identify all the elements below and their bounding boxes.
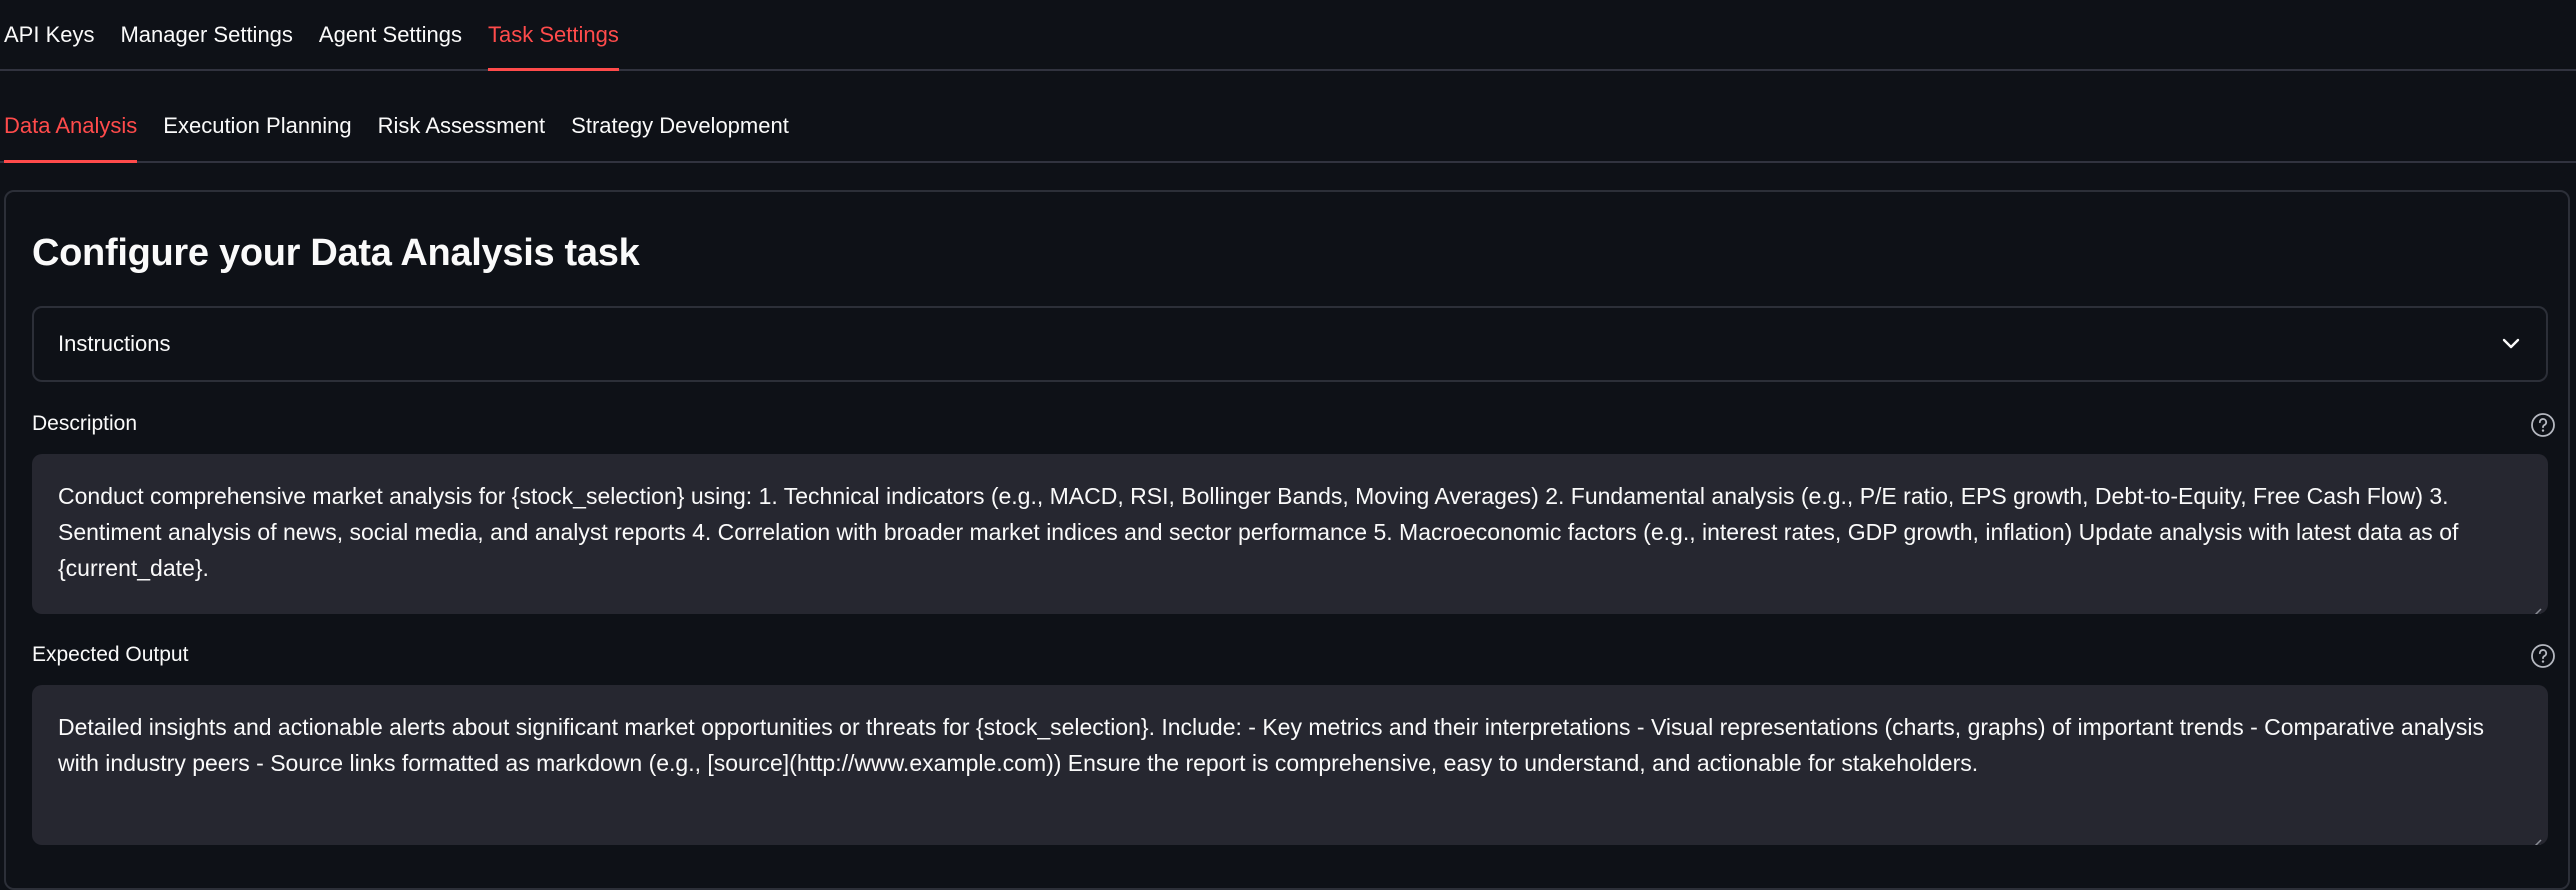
question-circle-icon[interactable] — [2530, 643, 2556, 669]
description-text: Conduct comprehensive market analysis fo… — [58, 483, 2459, 581]
tab-agent-settings[interactable]: Agent Settings — [319, 22, 462, 69]
expected-output-text: Detailed insights and actionable alerts … — [58, 714, 2485, 776]
expected-output-textarea[interactable]: Detailed insights and actionable alerts … — [32, 685, 2548, 845]
tab-api-keys[interactable]: API Keys — [4, 22, 94, 69]
chevron-down-icon — [2500, 333, 2522, 355]
tab-risk-assessment[interactable]: Risk Assessment — [378, 113, 546, 161]
tab-data-analysis[interactable]: Data Analysis — [4, 113, 138, 163]
description-label: Description — [32, 412, 138, 435]
tab-strategy-development[interactable]: Strategy Development — [571, 113, 789, 161]
expected-output-label: Expected Output — [32, 643, 189, 666]
panel-title: Configure your Data Analysis task — [32, 232, 640, 274]
resize-handle-icon[interactable] — [2528, 594, 2542, 614]
task-tab-bar: Data Analysis Execution Planning Risk As… — [0, 71, 2576, 163]
tab-manager-settings[interactable]: Manager Settings — [120, 22, 292, 69]
tab-task-settings[interactable]: Task Settings — [488, 22, 619, 71]
task-config-panel: Configure your Data Analysis task Instru… — [4, 190, 2570, 890]
instructions-label: Instructions — [58, 331, 171, 356]
top-tab-bar: API Keys Manager Settings Agent Settings… — [0, 0, 2576, 71]
question-circle-icon[interactable] — [2530, 412, 2556, 438]
instructions-expander[interactable]: Instructions — [32, 306, 2548, 382]
resize-handle-icon[interactable] — [2528, 825, 2542, 845]
tab-execution-planning[interactable]: Execution Planning — [163, 113, 351, 161]
description-textarea[interactable]: Conduct comprehensive market analysis fo… — [32, 454, 2548, 614]
